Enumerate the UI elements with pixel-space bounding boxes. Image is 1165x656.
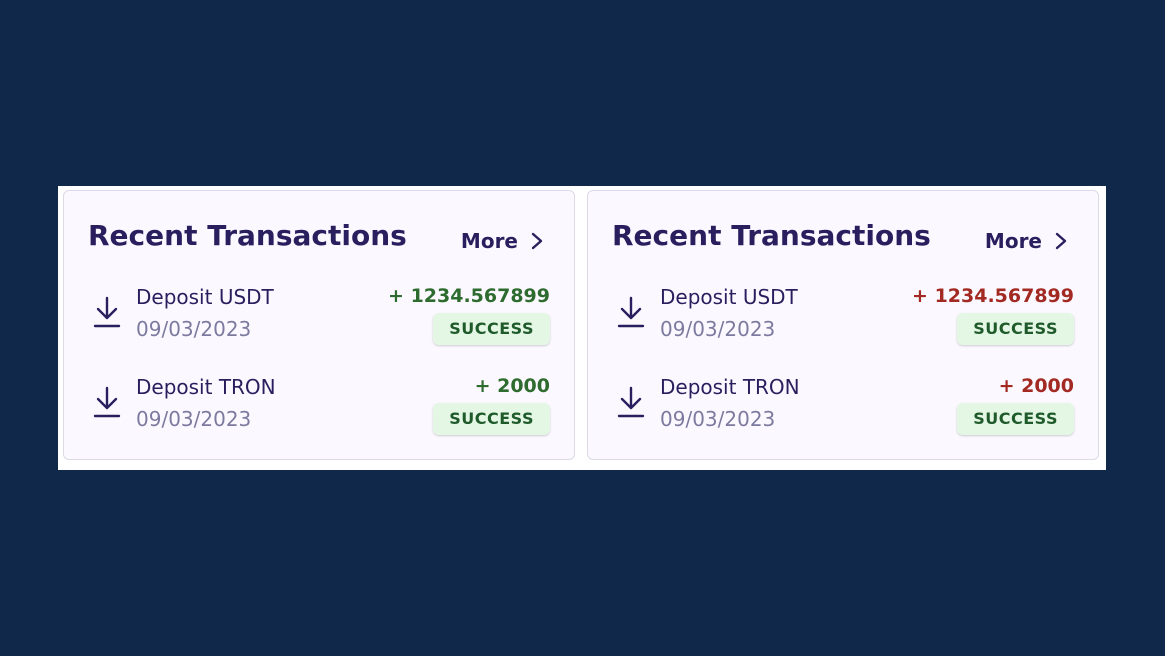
download-icon <box>93 296 121 328</box>
transaction-row[interactable]: Deposit TRON 09/03/2023 + 2000 SUCCESS <box>64 375 574 447</box>
status-badge: SUCCESS <box>957 313 1074 345</box>
more-label: More <box>460 229 518 253</box>
transaction-amount: + 1234.567899 <box>388 285 550 307</box>
card-title: Recent Transactions <box>88 219 407 252</box>
transaction-date: 09/03/2023 <box>136 407 252 431</box>
more-label: More <box>984 229 1042 253</box>
transaction-amount: + 1234.567899 <box>912 285 1074 307</box>
transaction-row[interactable]: Deposit USDT 09/03/2023 + 1234.567899 SU… <box>64 285 574 357</box>
transaction-amount: + 2000 <box>474 375 550 397</box>
chevron-right-icon <box>1055 232 1067 250</box>
transaction-date: 09/03/2023 <box>660 317 776 341</box>
transaction-amount: + 2000 <box>998 375 1074 397</box>
transaction-name: Deposit TRON <box>136 375 276 399</box>
card-title: Recent Transactions <box>612 219 931 252</box>
status-badge: SUCCESS <box>433 313 550 345</box>
chevron-right-icon <box>531 232 543 250</box>
transaction-name: Deposit USDT <box>136 285 274 309</box>
transaction-name: Deposit USDT <box>660 285 798 309</box>
recent-transactions-card: Recent Transactions More Deposit USDT 09… <box>587 190 1099 460</box>
more-button[interactable]: More <box>461 229 544 253</box>
download-icon <box>617 386 645 418</box>
transaction-row[interactable]: Deposit TRON 09/03/2023 + 2000 SUCCESS <box>588 375 1098 447</box>
recent-transactions-card: Recent Transactions More Deposit USDT 09… <box>63 190 575 460</box>
more-button[interactable]: More <box>985 229 1068 253</box>
transaction-date: 09/03/2023 <box>660 407 776 431</box>
transaction-row[interactable]: Deposit USDT 09/03/2023 + 1234.567899 SU… <box>588 285 1098 357</box>
download-icon <box>617 296 645 328</box>
status-badge: SUCCESS <box>433 403 550 435</box>
transaction-date: 09/03/2023 <box>136 317 252 341</box>
download-icon <box>93 386 121 418</box>
transaction-name: Deposit TRON <box>660 375 800 399</box>
status-badge: SUCCESS <box>957 403 1074 435</box>
cards-container: Recent Transactions More Deposit USDT 09… <box>58 186 1106 470</box>
